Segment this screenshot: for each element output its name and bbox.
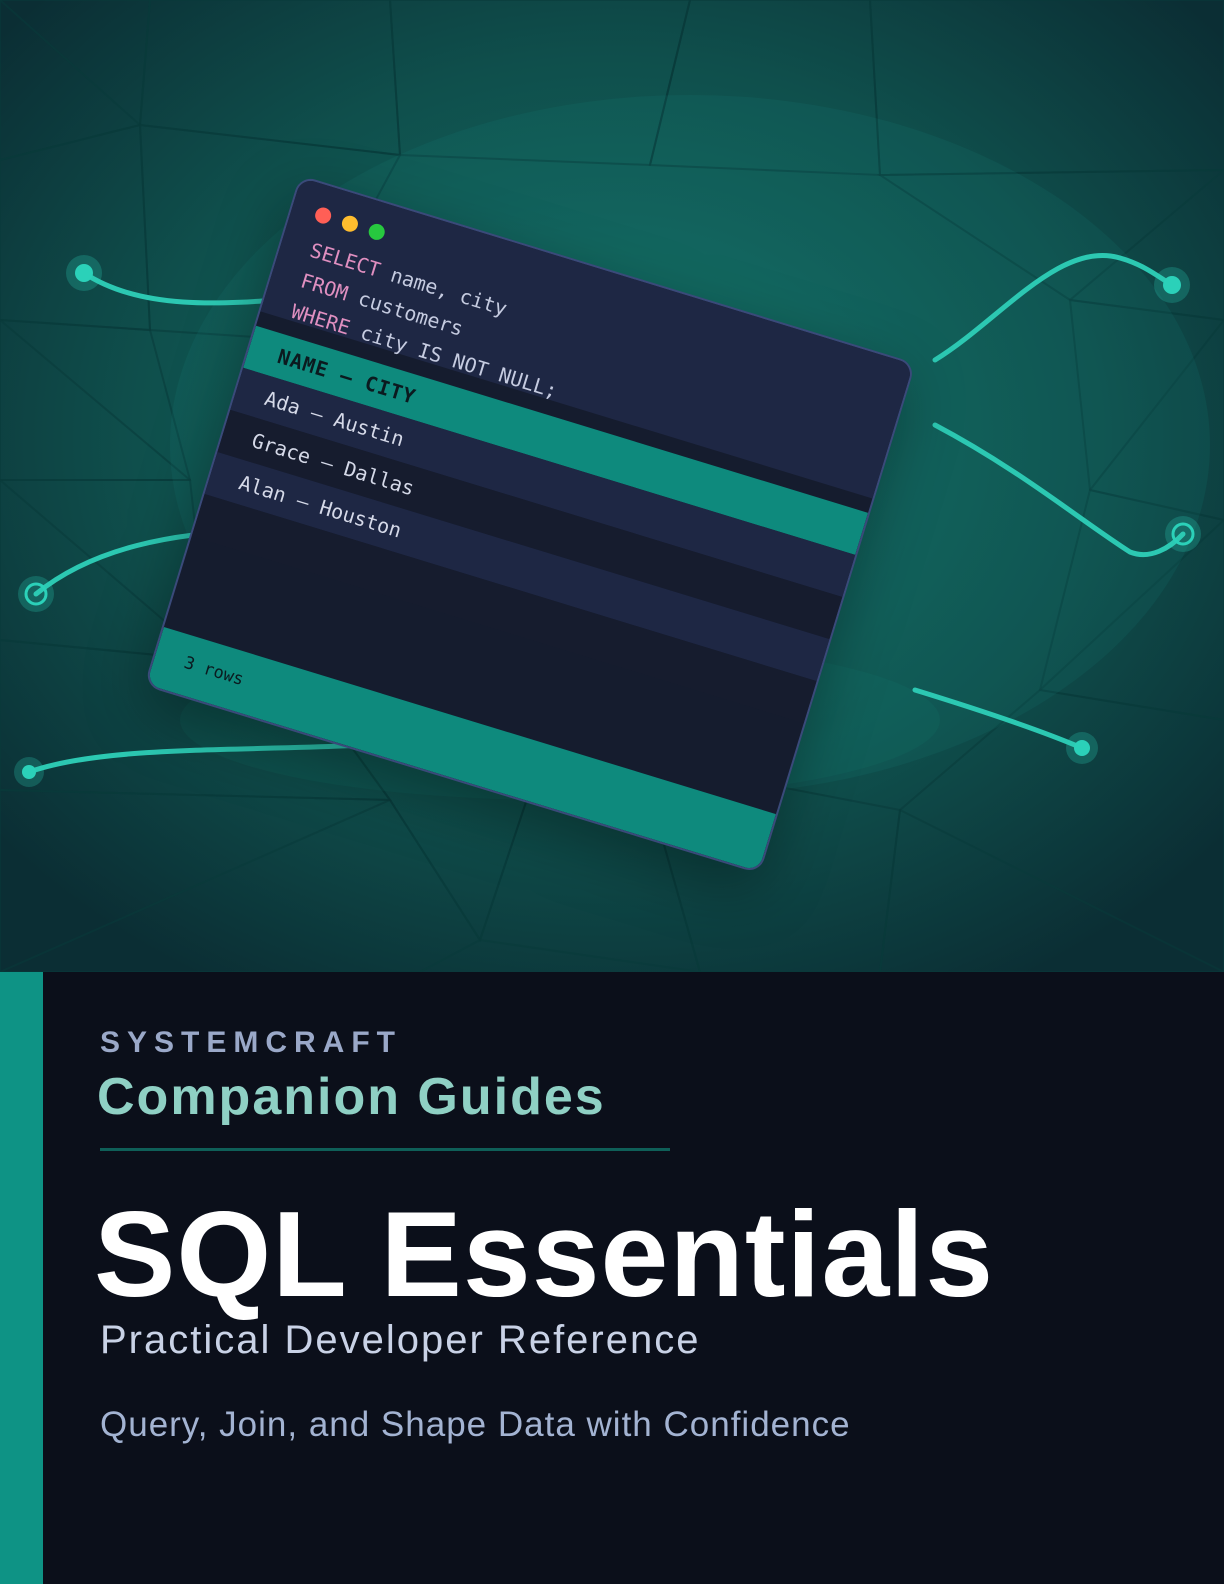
book-subtitle: Practical Developer Reference	[100, 1318, 701, 1362]
divider	[100, 1148, 670, 1151]
publisher-brand: SYSTEMCRAFT	[100, 1026, 402, 1059]
sql-query-window: SELECT name, city FROM customers WHERE cit…	[143, 175, 916, 874]
row-count: 3 rows	[181, 652, 247, 691]
book-tagline: Query, Join, and Shape Data with Confide…	[100, 1405, 851, 1444]
cover-text-panel: SYSTEMCRAFT Companion Guides SQL Essenti…	[0, 972, 1224, 1584]
series-name: Companion Guides	[97, 1068, 606, 1126]
book-title: SQL Essentials	[94, 1186, 995, 1322]
accent-bar	[0, 972, 43, 1584]
hero-illustration: SELECT name, city FROM customers WHERE cit…	[0, 0, 1224, 972]
